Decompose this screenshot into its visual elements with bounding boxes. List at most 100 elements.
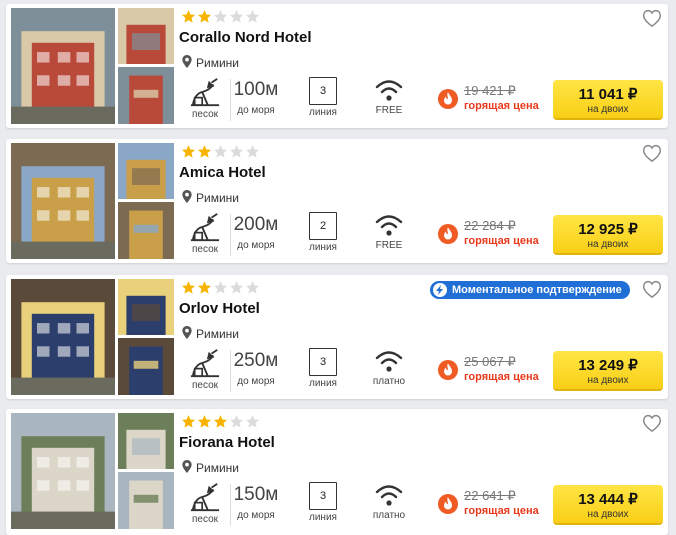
hotel-photo-thumb[interactable] (118, 202, 174, 259)
star-icon (197, 280, 212, 295)
beach-type: песок (180, 348, 230, 394)
beach-type-label: песок (191, 380, 219, 391)
hotel-photo-thumb[interactable] (118, 279, 174, 335)
old-price: 19 421 ₽ (464, 83, 516, 98)
beach-line: 3 линия (298, 77, 348, 123)
hotel-name[interactable]: Fiorana Hotel (179, 434, 275, 451)
hotel-photo-thumb[interactable] (118, 67, 174, 124)
price-button[interactable]: 12 925 ₽ на двоих (553, 215, 663, 255)
wifi-info: FREE (364, 212, 414, 258)
lightning-icon (433, 283, 447, 297)
hotel-photo-thumb[interactable] (118, 8, 174, 64)
star-icon (181, 144, 196, 159)
hotel-name[interactable]: Orlov Hotel (179, 300, 260, 317)
price-button[interactable]: 13 249 ₽ на двоих (553, 351, 663, 391)
hot-price-label: горящая цена (464, 505, 539, 517)
star-icon (229, 144, 244, 159)
hotel-card[interactable]: Fiorana Hotel Римини песок 150м до моря 3 лини… (6, 409, 668, 535)
fire-icon (438, 224, 458, 244)
price-value: 12 925 ₽ (578, 221, 638, 238)
favorite-heart-icon[interactable] (642, 144, 662, 162)
price-for-two: на двоих (587, 239, 629, 250)
distance-label: до моря (237, 240, 275, 251)
star-rating (181, 280, 260, 296)
star-icon (245, 414, 260, 429)
old-price: 22 641 ₽ (464, 488, 516, 503)
price-value: 11 041 ₽ (578, 86, 638, 103)
star-icon (229, 280, 244, 295)
hotel-card[interactable]: Amica Hotel Римини песок 200м до моря 2 линия F… (6, 139, 668, 263)
hotel-photo-thumb[interactable] (118, 413, 174, 469)
hotel-card[interactable]: Orlov Hotel Римини Моментальное подтвержде… (6, 275, 668, 399)
hotel-card[interactable]: Corallo Nord Hotel Римини песок 100м до моря… (6, 4, 668, 128)
location-text: Римини (196, 191, 239, 205)
hotel-photo-thumb[interactable] (118, 143, 174, 199)
beach-line-number: 3 (309, 77, 337, 105)
hotel-name[interactable]: Corallo Nord Hotel (179, 29, 312, 46)
hotel-location: Римини (182, 326, 239, 342)
wifi-label: платно (372, 510, 406, 521)
distance-to-sea: 100м до моря (231, 77, 281, 123)
wifi-info: платно (364, 348, 414, 394)
location-pin-icon (182, 190, 192, 206)
wifi-icon (364, 348, 414, 374)
price-value: 13 249 ₽ (578, 357, 638, 374)
star-icon (245, 280, 260, 295)
star-icon (213, 414, 228, 429)
hotel-photo-main[interactable] (11, 279, 115, 395)
favorite-heart-icon[interactable] (642, 280, 662, 298)
location-pin-icon (182, 55, 192, 71)
hotel-location: Римини (182, 460, 239, 476)
distance-label: до моря (237, 105, 275, 116)
hotel-photo-thumb[interactable] (118, 338, 174, 395)
price-button[interactable]: 11 041 ₽ на двоих (553, 80, 663, 120)
old-price: 22 284 ₽ (464, 218, 516, 233)
price-for-two: на двоих (587, 104, 629, 115)
favorite-heart-icon[interactable] (642, 9, 662, 27)
price-button[interactable]: 13 444 ₽ на двоих (553, 485, 663, 525)
star-icon (197, 144, 212, 159)
hotel-photo-main[interactable] (11, 143, 115, 259)
beach-line: 2 линия (298, 212, 348, 258)
hot-price-label: горящая цена (464, 371, 539, 383)
distance-to-sea: 200м до моря (231, 212, 281, 258)
fire-icon (438, 494, 458, 514)
beach-line-label: линия (309, 107, 337, 118)
distance-value: 150м (233, 484, 279, 505)
beach-line-label: линия (309, 378, 337, 389)
hotel-photo-main[interactable] (11, 413, 115, 529)
hotel-photo-thumb[interactable] (118, 472, 174, 529)
old-price: 25 067 ₽ (464, 354, 516, 369)
star-icon (229, 9, 244, 24)
hotel-photo-main[interactable] (11, 8, 115, 124)
star-icon (181, 280, 196, 295)
star-rating (181, 9, 260, 25)
favorite-heart-icon[interactable] (642, 414, 662, 432)
wifi-label: FREE (375, 105, 403, 116)
beach-type-label: песок (191, 244, 219, 255)
star-icon (213, 144, 228, 159)
star-icon (181, 414, 196, 429)
hotel-location: Римини (182, 190, 239, 206)
star-icon (181, 9, 196, 24)
beach-type: песок (180, 77, 230, 123)
wifi-icon (364, 212, 414, 238)
beach-type-label: песок (191, 109, 219, 120)
star-icon (213, 280, 228, 295)
beach-sand-icon (180, 77, 230, 107)
star-rating (181, 414, 260, 430)
wifi-icon (364, 77, 414, 103)
location-text: Римини (196, 56, 239, 70)
beach-line-label: линия (309, 242, 337, 253)
distance-label: до моря (237, 376, 275, 387)
wifi-info: платно (364, 482, 414, 528)
location-text: Римини (196, 327, 239, 341)
hot-price-label: горящая цена (464, 235, 539, 247)
beach-line: 3 линия (298, 348, 348, 394)
beach-sand-icon (180, 212, 230, 242)
star-icon (213, 9, 228, 24)
distance-label: до моря (237, 510, 275, 521)
instant-confirmation-label: Моментальное подтверждение (452, 284, 622, 296)
hotel-name[interactable]: Amica Hotel (179, 164, 266, 181)
beach-line: 3 линия (298, 482, 348, 528)
